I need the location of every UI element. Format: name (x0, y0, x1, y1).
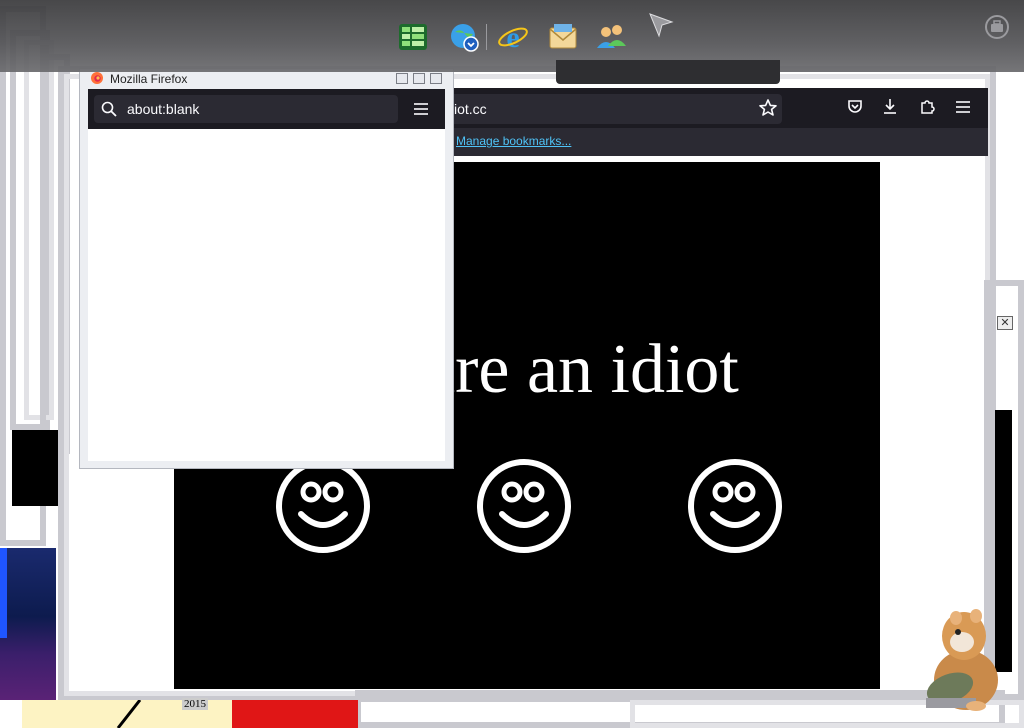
main-url-text: iot.cc (454, 101, 487, 117)
pocket-icon[interactable] (846, 98, 864, 116)
minimize-button[interactable] (396, 73, 408, 84)
downloads-icon[interactable] (881, 97, 899, 115)
left-window-black-area (12, 430, 58, 506)
popup-menu-icon[interactable] (412, 101, 430, 117)
smiley-face-icon (276, 459, 370, 553)
globe-download-icon[interactable] (447, 20, 481, 54)
close-button[interactable] (430, 73, 442, 84)
svg-text:e: e (506, 21, 519, 54)
bottom-diagonal-line (116, 700, 142, 728)
bookmark-star-icon[interactable] (758, 98, 778, 118)
left-window-blue-area (0, 548, 56, 700)
bottom-year-label: 2015 (182, 698, 208, 710)
users-icon[interactable] (594, 20, 628, 54)
search-icon (101, 101, 117, 117)
spreadsheet-icon[interactable] (396, 20, 430, 54)
smiley-face-icon (688, 459, 782, 553)
dancing-hamster-icon (926, 609, 998, 711)
main-url-bar[interactable]: iot.cc (446, 94, 782, 124)
page-headline: are an idiot (424, 331, 739, 408)
popup-window-title: Mozilla Firefox (110, 72, 188, 86)
smiley-face-icon (477, 459, 571, 553)
main-menu-icon[interactable] (954, 99, 972, 115)
mail-icon[interactable] (546, 20, 580, 54)
firefox-logo-icon (91, 72, 103, 84)
internet-explorer-icon[interactable]: e (496, 20, 530, 54)
manage-bookmarks-link[interactable]: Manage bookmarks... (456, 134, 571, 148)
extensions-icon[interactable] (918, 97, 936, 115)
toolbox-icon[interactable] (984, 14, 1010, 40)
taskbar-dark-panel (556, 60, 780, 84)
cursor-arrow-icon (649, 13, 674, 38)
left-window-blue-stripe (0, 548, 7, 638)
taskbar-separator (486, 24, 487, 50)
popup-url-text: about:blank (127, 101, 200, 117)
right-window-close-icon[interactable]: ✕ (997, 316, 1013, 330)
popup-url-bar[interactable]: about:blank (94, 95, 398, 123)
bottom-window-red-area (232, 700, 358, 728)
popup-blank-page (88, 129, 445, 461)
maximize-button[interactable] (413, 73, 425, 84)
